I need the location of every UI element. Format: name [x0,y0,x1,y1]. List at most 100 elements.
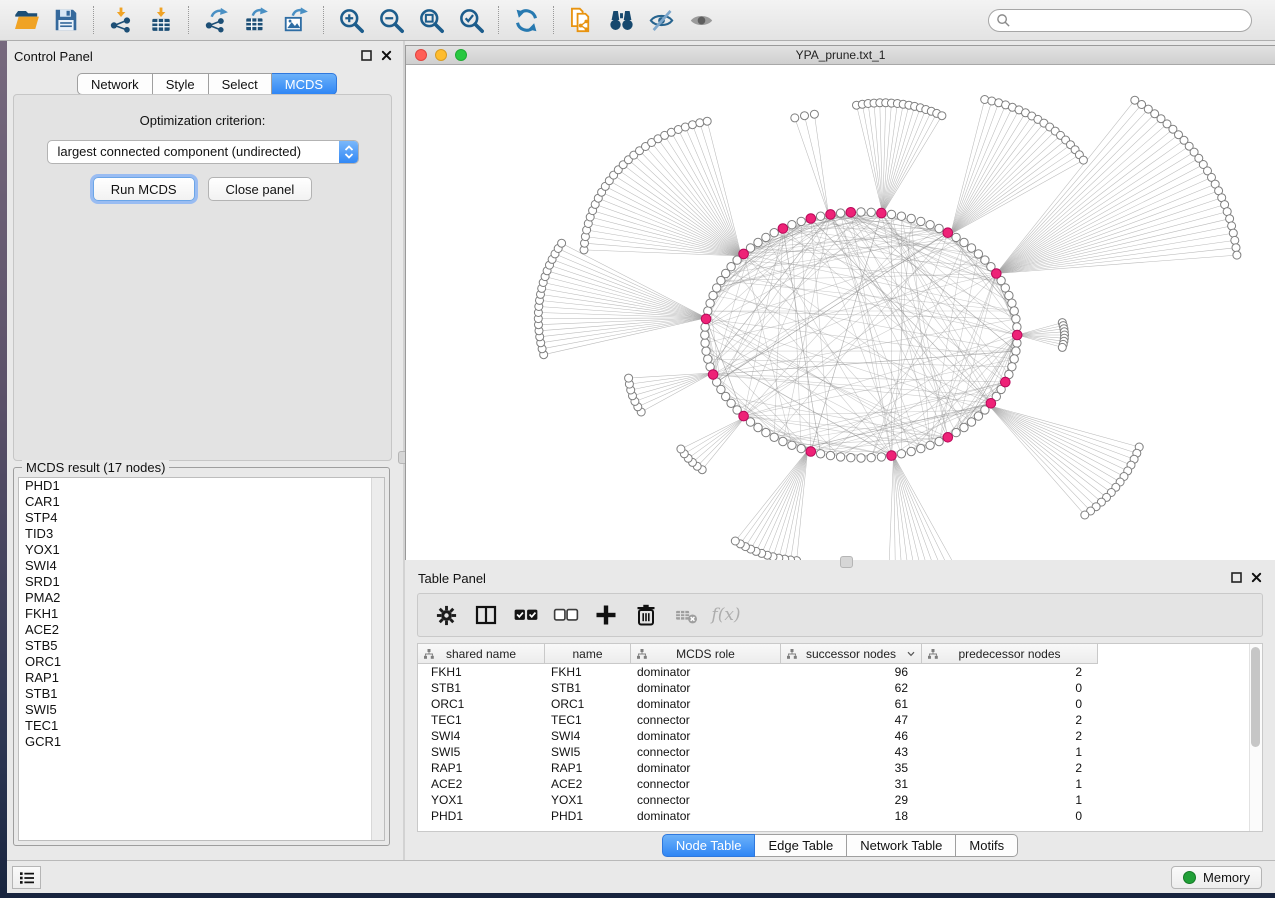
table-row[interactable]: STB1STB1dominator620 [418,680,1262,696]
network-node[interactable] [952,428,960,436]
network-node[interactable] [1012,315,1020,323]
network-node[interactable] [974,412,982,420]
network-node[interactable] [1008,299,1016,307]
mcds-dominator-node[interactable] [877,208,887,218]
tab-mcds[interactable]: MCDS [272,73,337,95]
open-file-button[interactable] [6,3,46,37]
mcds-result-item[interactable]: PMA2 [19,590,384,606]
network-node[interactable] [1229,229,1237,237]
network-node[interactable] [967,418,975,426]
mcds-dominator-node[interactable] [778,224,788,234]
tab-style[interactable]: Style [153,73,209,95]
float-panel-icon[interactable] [361,50,372,61]
new-network-from-selection-button[interactable] [561,3,601,37]
network-node[interactable] [917,217,925,225]
network-node[interactable] [770,433,778,441]
column-header-name[interactable]: name [545,644,631,663]
mcds-dominator-node[interactable] [739,411,749,421]
export-table-button[interactable] [236,3,276,37]
export-image-button[interactable] [276,3,316,37]
search-input[interactable] [1011,11,1251,30]
mcds-result-item[interactable]: TID3 [19,526,384,542]
tab-network-table[interactable]: Network Table [847,834,956,857]
network-node[interactable] [877,453,885,461]
mcds-result-item[interactable]: RAP1 [19,670,384,686]
import-network-button[interactable] [101,3,141,37]
network-node[interactable] [701,331,709,339]
network-node[interactable] [816,450,824,458]
network-node[interactable] [974,250,982,258]
import-table-button[interactable] [141,3,181,37]
network-node[interactable] [727,263,735,271]
mcds-result-item[interactable]: PHD1 [19,478,384,494]
mcds-dominator-node[interactable] [992,269,1002,279]
zoom-out-button[interactable] [371,3,411,37]
network-node[interactable] [857,454,865,462]
search-box[interactable] [988,9,1252,32]
network-node[interactable] [1228,222,1236,230]
mcds-result-item[interactable]: STB1 [19,686,384,702]
network-node[interactable] [558,239,566,247]
zoom-fit-button[interactable] [411,3,451,37]
network-node[interactable] [788,441,796,449]
network-node[interactable] [788,221,796,229]
close-panel-icon[interactable] [381,50,392,61]
tab-select[interactable]: Select [209,73,272,95]
mcds-result-item[interactable]: SWI4 [19,558,384,574]
mcds-list-scrollbar[interactable] [371,478,384,840]
run-mcds-button[interactable]: Run MCDS [93,177,195,201]
mcds-result-item[interactable]: GCR1 [19,734,384,750]
export-network-button[interactable] [196,3,236,37]
network-node[interactable] [779,437,787,445]
mcds-dominator-node[interactable] [986,399,996,409]
column-header-predecessor-nodes[interactable]: predecessor nodes [922,644,1098,663]
mcds-result-item[interactable]: TEC1 [19,718,384,734]
table-scrollbar-thumb[interactable] [1251,647,1260,747]
network-node[interactable] [960,423,968,431]
network-view-titlebar[interactable]: YPA_prune.txt_1 [406,46,1275,65]
mcds-result-item[interactable]: SRD1 [19,574,384,590]
network-node[interactable] [897,212,905,220]
table-row[interactable]: YOX1YOX1connector291 [418,792,1262,808]
network-node[interactable] [1233,251,1241,259]
show-all-button[interactable] [681,3,721,37]
network-node[interactable] [754,238,762,246]
delete-table-button[interactable] [670,599,702,631]
mcds-result-item[interactable]: ORC1 [19,654,384,670]
network-node[interactable] [791,114,799,122]
show-columns-button[interactable] [470,599,502,631]
delete-column-button[interactable] [630,599,662,631]
network-node[interactable] [709,291,717,299]
network-canvas[interactable] [406,65,1275,560]
network-node[interactable] [926,441,934,449]
deselect-all-button[interactable] [550,599,582,631]
mcds-result-item[interactable]: SWI5 [19,702,384,718]
maximize-window-icon[interactable] [455,49,467,61]
table-row[interactable]: SWI4SWI4dominator462 [418,728,1262,744]
network-node[interactable] [935,437,943,445]
table-row[interactable]: PHD1PHD1dominator180 [418,808,1262,824]
network-node[interactable] [762,428,770,436]
network-node[interactable] [689,121,697,129]
mcds-dominator-node[interactable] [887,451,897,461]
mcds-dominator-node[interactable] [806,214,816,224]
network-node[interactable] [1058,343,1066,351]
network-node[interactable] [1081,511,1089,519]
mcds-result-item[interactable]: FKH1 [19,606,384,622]
mcds-result-item[interactable]: STP4 [19,510,384,526]
close-panel-icon[interactable] [1251,572,1262,583]
network-node[interactable] [754,423,762,431]
network-node[interactable] [816,212,824,220]
network-node[interactable] [836,453,844,461]
network-node[interactable] [857,208,865,216]
network-node[interactable] [1231,236,1239,244]
network-node[interactable] [706,299,714,307]
network-node[interactable] [952,233,960,241]
network-node[interactable] [907,214,915,222]
tab-node-table[interactable]: Node Table [662,834,756,857]
mcds-dominator-node[interactable] [701,314,711,324]
network-node[interactable] [770,229,778,237]
network-node[interactable] [981,256,989,264]
table-row[interactable]: TEC1TEC1connector472 [418,712,1262,728]
network-node[interactable] [926,221,934,229]
